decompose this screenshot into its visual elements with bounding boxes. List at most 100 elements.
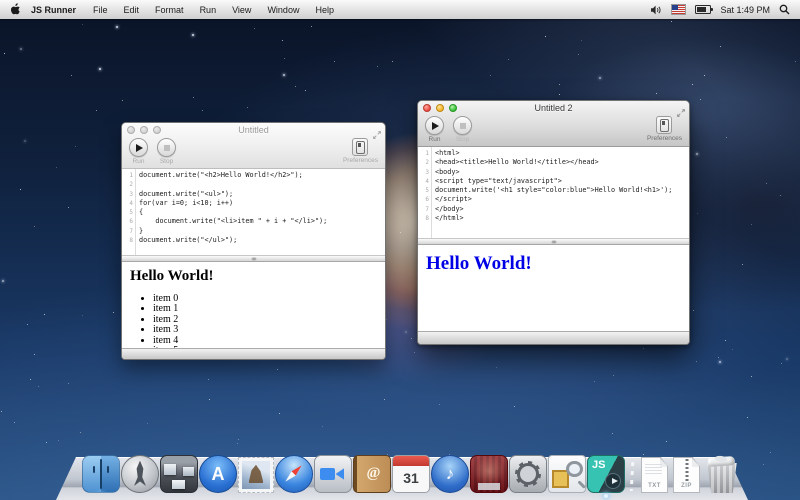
minimize-button[interactable] xyxy=(140,126,148,134)
code-editor[interactable]: 1<html>2<head><title>Hello World!</title… xyxy=(418,147,689,238)
menu-run[interactable]: Run xyxy=(200,5,217,15)
star xyxy=(594,381,595,382)
code-text: document.write("<h2>Hello World!</h2>"); xyxy=(135,171,303,180)
dock-icon-safari[interactable] xyxy=(275,455,313,493)
dock-icon-ical[interactable]: 31 xyxy=(392,455,430,493)
fullscreen-icon[interactable] xyxy=(677,104,685,122)
run-button[interactable]: Run xyxy=(129,138,148,165)
menu-view[interactable]: View xyxy=(232,5,251,15)
menu-format[interactable]: Format xyxy=(155,5,184,15)
spotlight-icon[interactable] xyxy=(779,4,790,15)
run-button[interactable]: Run xyxy=(425,116,444,143)
titlebar[interactable]: Untitled xyxy=(122,123,385,137)
star xyxy=(277,369,278,370)
dock-icon-txt-document[interactable]: TXT xyxy=(639,457,670,493)
dock-icon-js-runner[interactable]: JS xyxy=(587,455,625,493)
titlebar[interactable]: Untitled 2 xyxy=(418,101,689,115)
trash-icon-part xyxy=(705,463,738,493)
play-icon xyxy=(432,122,439,130)
star xyxy=(193,97,194,98)
dock-icon-photo-booth[interactable] xyxy=(470,455,508,493)
dock-icon-zip-archive[interactable]: ZIP xyxy=(671,457,702,493)
star xyxy=(599,77,601,79)
menu-app-name[interactable]: JS Runner xyxy=(31,5,76,15)
dock-items: A @31♪ JS TXTZIP xyxy=(82,455,724,493)
finder-icon-part xyxy=(100,459,102,489)
window-bottom-bar xyxy=(418,331,689,344)
star xyxy=(208,379,209,380)
input-source-flag-icon[interactable] xyxy=(671,4,686,15)
code-editor[interactable]: 1document.write("<h2>Hello World!</h2>")… xyxy=(122,169,385,255)
stop-button[interactable]: Stop xyxy=(157,138,176,165)
menu-items: File Edit Format Run View Window Help xyxy=(85,5,342,15)
code-line: 3document.write("<ul>"); xyxy=(122,190,385,199)
output-pane[interactable]: Hello World! xyxy=(418,245,689,331)
star xyxy=(192,34,194,36)
line-number: 2 xyxy=(418,158,431,167)
star xyxy=(1,411,2,412)
menu-file[interactable]: File xyxy=(93,5,108,15)
code-line: 2<head><title>Hello World!</title></head… xyxy=(418,158,689,167)
code-line: 5{ xyxy=(122,208,385,217)
dock-icon-launchpad[interactable] xyxy=(121,455,159,493)
output-heading: Hello World! xyxy=(130,268,377,285)
menu-window[interactable]: Window xyxy=(267,5,299,15)
star xyxy=(80,432,81,433)
dock-icon-system-preferences[interactable] xyxy=(509,455,547,493)
code-line: 6 document.write("<li>item " + i + "</li… xyxy=(122,217,385,226)
star xyxy=(334,61,335,62)
star xyxy=(786,358,788,360)
toggle-switch-icon xyxy=(356,141,365,154)
star xyxy=(411,338,412,339)
menu-bar-status: Sat 1:49 PM xyxy=(650,4,790,15)
dock-icon-trash[interactable] xyxy=(703,457,741,493)
code-text: { xyxy=(135,208,143,217)
star xyxy=(795,61,796,62)
dock-icon-address-book[interactable]: @ xyxy=(353,455,391,493)
menu-help[interactable]: Help xyxy=(315,5,334,15)
dock-icon-facetime[interactable] xyxy=(314,455,352,493)
star xyxy=(747,417,748,418)
splitter-handle[interactable] xyxy=(418,238,689,245)
output-pane[interactable]: Hello World! item 0item 1item 2item 3ite… xyxy=(122,262,385,348)
code-text: </html> xyxy=(431,214,464,223)
volume-icon[interactable] xyxy=(650,5,662,15)
stop-button[interactable]: Stop xyxy=(453,116,472,143)
star xyxy=(718,357,719,358)
code-text: <body> xyxy=(431,168,460,177)
code-text: <html> xyxy=(431,149,460,158)
dock-icon-finder[interactable] xyxy=(82,455,120,493)
splitter-handle[interactable] xyxy=(122,255,385,262)
star xyxy=(75,146,76,147)
star xyxy=(612,433,613,434)
mission-control-icon-part xyxy=(183,467,194,476)
dock-icon-preview[interactable] xyxy=(548,455,586,493)
star xyxy=(14,422,15,423)
dock-icon-itunes[interactable]: ♪ xyxy=(431,455,469,493)
menu-bar-clock[interactable]: Sat 1:49 PM xyxy=(720,5,770,15)
window-title: Untitled 2 xyxy=(448,103,659,113)
safari-icon-part xyxy=(278,458,311,491)
star xyxy=(613,375,614,376)
menu-edit[interactable]: Edit xyxy=(124,5,140,15)
star xyxy=(742,264,743,265)
star xyxy=(20,48,22,50)
star xyxy=(96,110,97,111)
code-line: 2 xyxy=(122,180,385,189)
apple-menu-icon[interactable] xyxy=(10,3,21,16)
minimize-button[interactable] xyxy=(436,104,444,112)
fullscreen-icon[interactable] xyxy=(373,126,381,144)
dock-icon-mission-control[interactable] xyxy=(160,455,198,493)
star xyxy=(283,74,285,76)
finder-icon-part xyxy=(101,456,119,492)
dock-icon-app-store[interactable]: A xyxy=(199,455,237,493)
star xyxy=(122,100,123,101)
dock-icon-mail[interactable] xyxy=(238,457,274,493)
battery-icon[interactable] xyxy=(695,5,711,14)
line-number: 1 xyxy=(122,171,135,180)
code-text: </script> xyxy=(431,195,472,204)
close-button[interactable] xyxy=(127,126,135,134)
output-list: item 0item 1item 2item 3item 4item 5 xyxy=(130,294,377,348)
line-number: 1 xyxy=(418,149,431,158)
close-button[interactable] xyxy=(423,104,431,112)
